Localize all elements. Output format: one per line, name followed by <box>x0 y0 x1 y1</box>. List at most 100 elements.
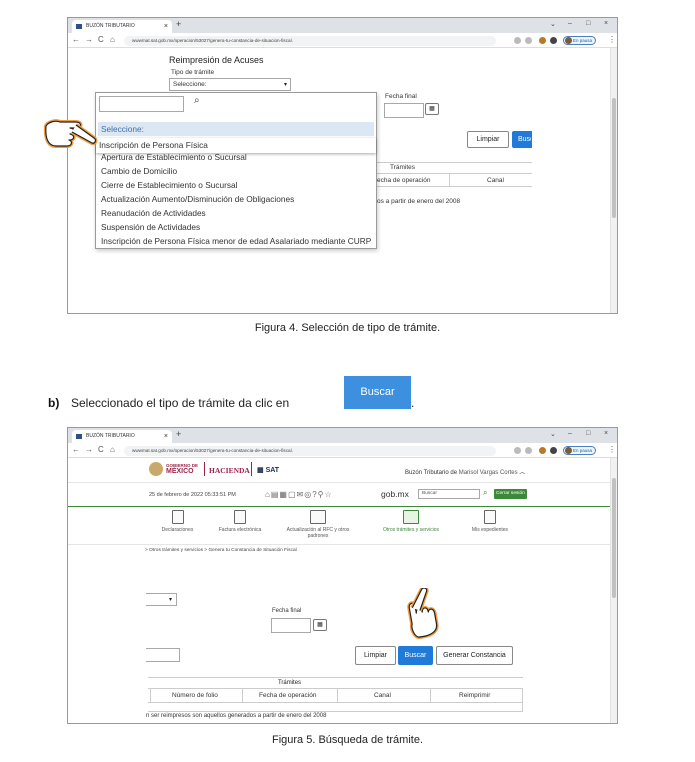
table-header: echa de operación Canal <box>377 173 532 187</box>
col-fecha: echa de operación <box>377 177 431 184</box>
scrollbar-thumb[interactable] <box>612 98 616 218</box>
buscar-button[interactable]: Busc <box>512 131 532 148</box>
tipo-tramite-select[interactable]: Seleccione: ▾ <box>169 78 291 91</box>
calendar-icon[interactable]: ▦ <box>313 619 327 631</box>
dropdown-option[interactable]: Seleccione: <box>101 124 144 134</box>
back-icon[interactable]: ← <box>72 35 80 44</box>
address-bar: ← → C ⌂ wwwmat.sat.gob.mx/operacion/5302… <box>68 443 617 458</box>
col-divider <box>150 689 151 703</box>
minimize-icon[interactable]: – <box>568 20 572 27</box>
limpiar-button[interactable]: Limpiar <box>467 131 509 148</box>
dropdown-option[interactable]: Reanudación de Actividades <box>101 208 206 218</box>
tab-favicon-icon <box>76 24 82 29</box>
reload-icon[interactable]: C <box>98 445 104 454</box>
scrollbar-thumb[interactable] <box>612 478 616 598</box>
profile-paused-badge[interactable]: En pausa <box>563 36 597 45</box>
step-period: . <box>411 396 415 410</box>
cerrar-sesion-button[interactable]: Cerrar sesión <box>494 489 527 499</box>
back-icon[interactable]: ← <box>72 445 80 454</box>
forward-icon[interactable]: → <box>85 35 93 44</box>
session-date: 25 de febrero de 2022 05:33:51 PM <box>149 492 236 498</box>
nav-factura[interactable]: Factura electrónica <box>212 510 268 533</box>
generar-constancia-button[interactable]: Generar Constancia <box>436 646 513 665</box>
divider <box>148 677 523 678</box>
share-icon[interactable] <box>514 447 521 454</box>
browser-tab[interactable]: BUZÓN TRIBUTARIO × <box>72 20 172 33</box>
tab-favicon-icon <box>76 434 82 439</box>
scrollbar[interactable] <box>610 458 617 723</box>
col-divider <box>449 174 450 187</box>
dropdown-option[interactable]: Apertura de Establecimiento o Sucursal <box>101 152 247 162</box>
gob-mx-link[interactable]: gob.mx <box>381 489 409 499</box>
favorite-star-icon[interactable]: ☆ <box>325 490 333 499</box>
url-field[interactable]: wwwmat.sat.gob.mx/operacion/53027/genera… <box>124 446 496 456</box>
dropdown-option[interactable]: Cambio de Domicilio <box>101 166 177 176</box>
extension-icon[interactable] <box>539 447 546 454</box>
browser-tab[interactable]: BUZÓN TRIBUTARIO × <box>72 430 172 443</box>
step-marker: b) <box>48 396 60 410</box>
footnote: os a partir de enero del 2008 <box>377 198 461 205</box>
menu-icon[interactable]: ⋮ <box>608 445 616 454</box>
nav-mis-expedientes[interactable]: Mis expedientes <box>470 510 510 533</box>
star-icon[interactable] <box>525 37 532 44</box>
browser-tab-bar: BUZÓN TRIBUTARIO × + ⌄ – □ × <box>68 428 617 443</box>
reload-icon[interactable]: C <box>98 35 104 44</box>
close-window-icon[interactable]: × <box>604 20 608 27</box>
dropdown-search-input[interactable] <box>99 96 184 112</box>
folio-input[interactable] <box>146 648 180 662</box>
profile-paused-badge[interactable]: En pausa <box>563 446 597 455</box>
dropdown-option[interactable]: Suspensión de Actividades <box>101 222 200 232</box>
extension-icon[interactable] <box>539 37 546 44</box>
document-icon[interactable]: ▢ <box>288 490 297 499</box>
gob-line2: MÉXICO <box>166 468 194 475</box>
new-tab-icon[interactable]: + <box>176 19 181 29</box>
declaraciones-icon <box>171 510 184 524</box>
calendar-icon[interactable]: ▦ <box>279 490 288 499</box>
dropdown-option[interactable]: Inscripción de Persona Física menor de e… <box>101 236 371 246</box>
maximize-icon[interactable]: □ <box>586 430 590 437</box>
nav-otros-tramites[interactable]: Otros trámites y servicios <box>376 510 446 533</box>
dropdown-option[interactable]: Cierre de Establecimiento o Sucursal <box>101 180 238 190</box>
footnote: n ser reimpresos son aquellos generados … <box>146 713 327 719</box>
divider <box>377 162 532 163</box>
url-field[interactable]: wwwmat.sat.gob.mx/operacion/53027/genera… <box>124 36 496 46</box>
search-icon[interactable]: ⌕ <box>194 95 200 106</box>
menu-icon[interactable]: ⋮ <box>608 35 616 44</box>
share-icon[interactable] <box>514 37 521 44</box>
fecha-final-input[interactable] <box>384 103 424 118</box>
limpiar-button[interactable]: Limpiar <box>355 646 396 665</box>
minimize-icon[interactable]: – <box>568 430 572 437</box>
search-icon[interactable]: ⌕ <box>483 488 487 498</box>
home-icon[interactable]: ⌂ <box>110 445 115 454</box>
col-divider <box>430 689 431 703</box>
home-icon[interactable]: ⌂ <box>110 35 115 44</box>
tipo-tramite-dropdown[interactable]: ⌕ Seleccione: Inscripción de Persona Fís… <box>95 92 377 249</box>
close-window-icon[interactable]: × <box>604 430 608 437</box>
fecha-final-input[interactable] <box>271 618 311 633</box>
puzzle-icon[interactable] <box>550 37 557 44</box>
dropdown-option-hover[interactable]: Inscripción de Persona Física <box>96 138 376 153</box>
nav-declaraciones[interactable]: Declaraciones <box>150 510 205 533</box>
calendar-icon[interactable]: ▦ <box>425 103 439 115</box>
dropdown-option[interactable]: Actualización Aumento/Disminución de Obl… <box>101 194 294 204</box>
tab-close-icon[interactable]: × <box>164 430 168 443</box>
scrollbar[interactable] <box>610 48 617 313</box>
nav-actualizacion-rfc[interactable]: Actualización al RFC y otros padrones <box>284 510 352 539</box>
col-divider <box>337 689 338 703</box>
tab-search-icon[interactable]: ⌄ <box>550 430 556 438</box>
new-tab-icon[interactable]: + <box>176 429 181 439</box>
divider <box>68 482 610 483</box>
puzzle-icon[interactable] <box>550 447 557 454</box>
user-icon[interactable]: ⚲ <box>318 490 325 499</box>
star-icon[interactable] <box>525 447 532 454</box>
chevron-up-icon[interactable]: ︿ <box>519 470 525 476</box>
rfc-icon <box>310 510 326 524</box>
tab-close-icon[interactable]: × <box>164 20 168 33</box>
maximize-icon[interactable]: □ <box>586 20 590 27</box>
tipo-tramite-select[interactable]: ▾ <box>146 593 177 606</box>
header-search-input[interactable]: Buscar <box>418 489 480 499</box>
tab-search-icon[interactable]: ⌄ <box>550 20 556 28</box>
col-divider <box>242 689 243 703</box>
forward-icon[interactable]: → <box>85 445 93 454</box>
buscar-button[interactable]: Buscar <box>398 646 433 665</box>
